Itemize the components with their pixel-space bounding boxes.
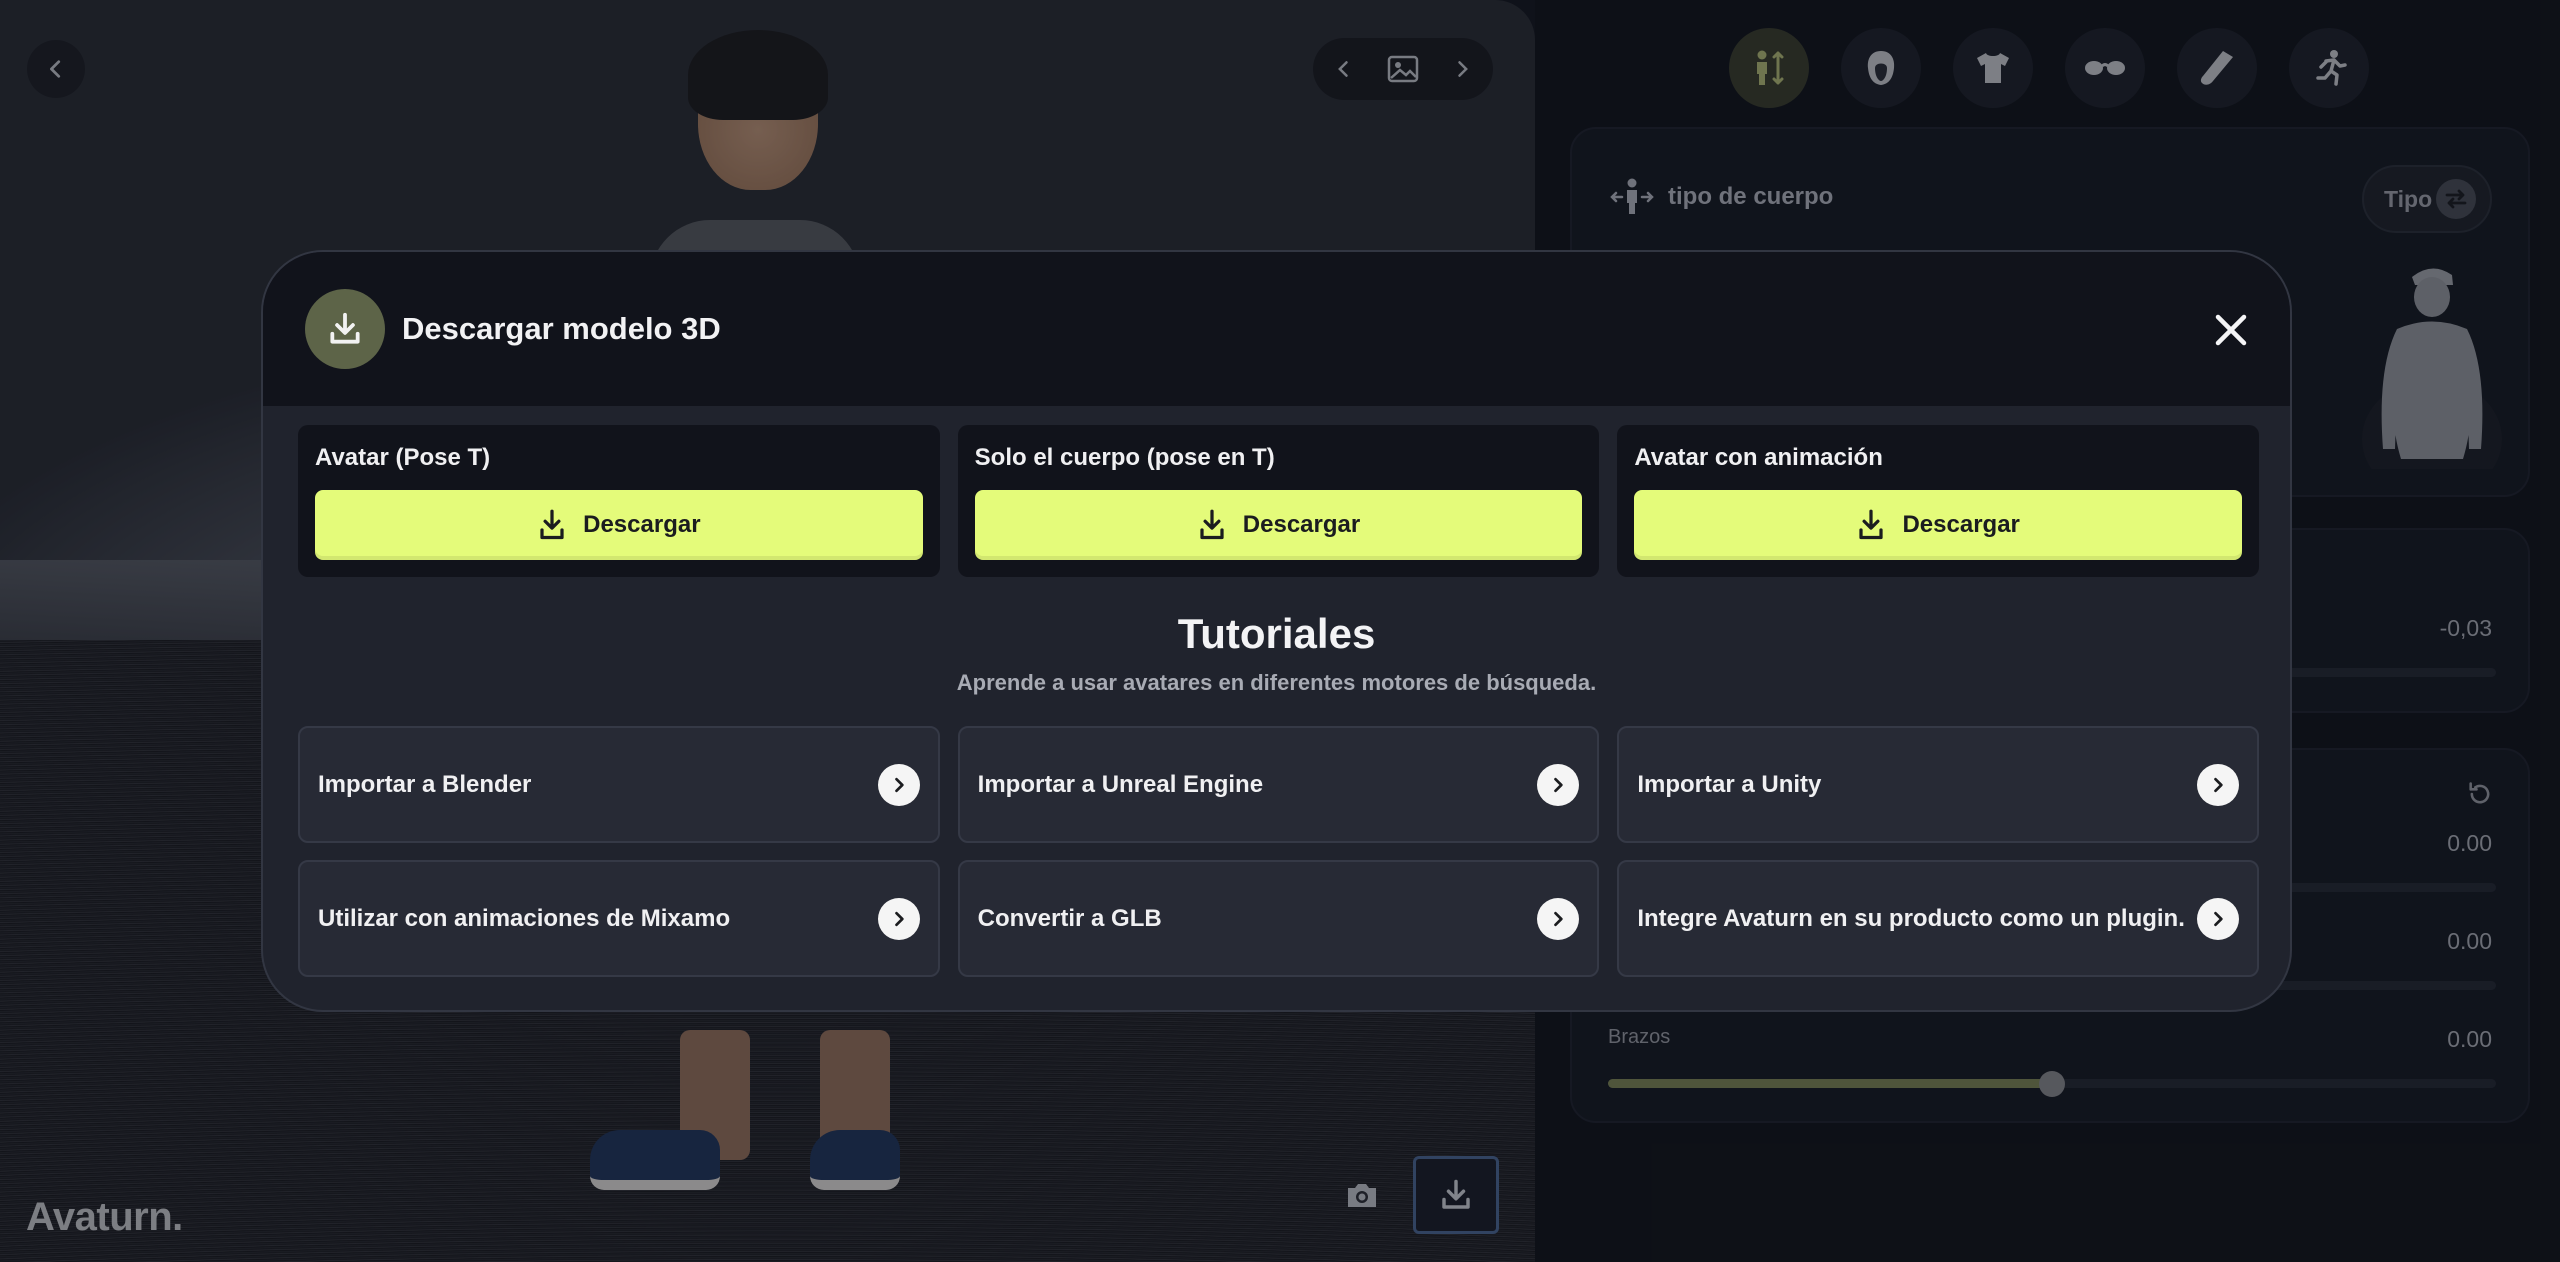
chevron-right-icon bbox=[2197, 763, 2239, 806]
download-button-label: Descargar bbox=[583, 511, 701, 538]
download-icon bbox=[330, 312, 360, 344]
tutorials-heading: Tutoriales bbox=[1177, 610, 1376, 657]
close-button[interactable] bbox=[2209, 308, 2253, 352]
tutorial-label: Integre Avaturn en su producto como un p… bbox=[1637, 904, 2185, 932]
tutorial-blender[interactable]: Importar a Blender bbox=[298, 726, 940, 843]
download-animated-button[interactable]: Descargar bbox=[1634, 490, 2243, 560]
modal-icon-badge bbox=[305, 289, 385, 369]
modal-title: Descargar modelo 3D bbox=[402, 311, 721, 346]
tutorial-unreal[interactable]: Importar a Unreal Engine bbox=[957, 726, 1600, 843]
chevron-right-icon bbox=[877, 763, 920, 806]
modal-header: Descargar modelo 3D bbox=[263, 252, 2290, 406]
tutorial-label: Convertir a GLB bbox=[977, 904, 1162, 932]
download-option-label: Avatar con animación bbox=[1634, 444, 1883, 471]
tutorial-label: Importar a Unreal Engine bbox=[977, 770, 1264, 798]
download-button-label: Descargar bbox=[1902, 511, 2020, 538]
tutorial-unity[interactable]: Importar a Unity bbox=[1617, 726, 2259, 843]
chevron-right-icon bbox=[2197, 897, 2239, 940]
download-options: Avatar (Pose T) Descargar Solo el cuerpo… bbox=[298, 425, 2260, 577]
chevron-right-icon bbox=[1537, 897, 1580, 940]
download-icon bbox=[540, 509, 564, 540]
download-modal: Descargar modelo 3D Avatar (Pose T) Desc… bbox=[261, 250, 2292, 1012]
download-option-tpose: Avatar (Pose T) Descargar bbox=[298, 425, 940, 577]
download-icon bbox=[1200, 509, 1224, 540]
download-option-label: Avatar (Pose T) bbox=[315, 444, 491, 471]
download-icon bbox=[1859, 509, 1884, 540]
chevron-right-icon bbox=[877, 897, 920, 940]
download-option-label: Solo el cuerpo (pose en T) bbox=[974, 444, 1275, 471]
tutorials-grid: Importar a Blender Importar a Unreal Eng… bbox=[298, 726, 2259, 977]
tutorial-mixamo[interactable]: Utilizar con animaciones de Mixamo bbox=[298, 860, 940, 977]
tutorial-glb[interactable]: Convertir a GLB bbox=[957, 860, 1600, 977]
chevron-right-icon bbox=[1537, 763, 1580, 806]
download-option-animated: Avatar con animación Descargar bbox=[1617, 425, 2260, 577]
download-tpose-button[interactable]: Descargar bbox=[315, 490, 923, 560]
tutorial-plugin[interactable]: Integre Avaturn en su producto como un p… bbox=[1617, 860, 2259, 977]
tutorial-label: Importar a Blender bbox=[318, 770, 532, 798]
tutorial-label: Utilizar con animaciones de Mixamo bbox=[318, 904, 731, 932]
tutorials-subtitle: Aprende a usar avatares en diferentes mo… bbox=[956, 670, 1597, 695]
download-option-body-only: Solo el cuerpo (pose en T) Descargar bbox=[957, 425, 1600, 577]
download-button-label: Descargar bbox=[1242, 511, 1361, 538]
close-icon bbox=[2215, 314, 2247, 346]
download-body-only-button[interactable]: Descargar bbox=[974, 490, 1583, 560]
tutorial-label: Importar a Unity bbox=[1637, 770, 1822, 798]
